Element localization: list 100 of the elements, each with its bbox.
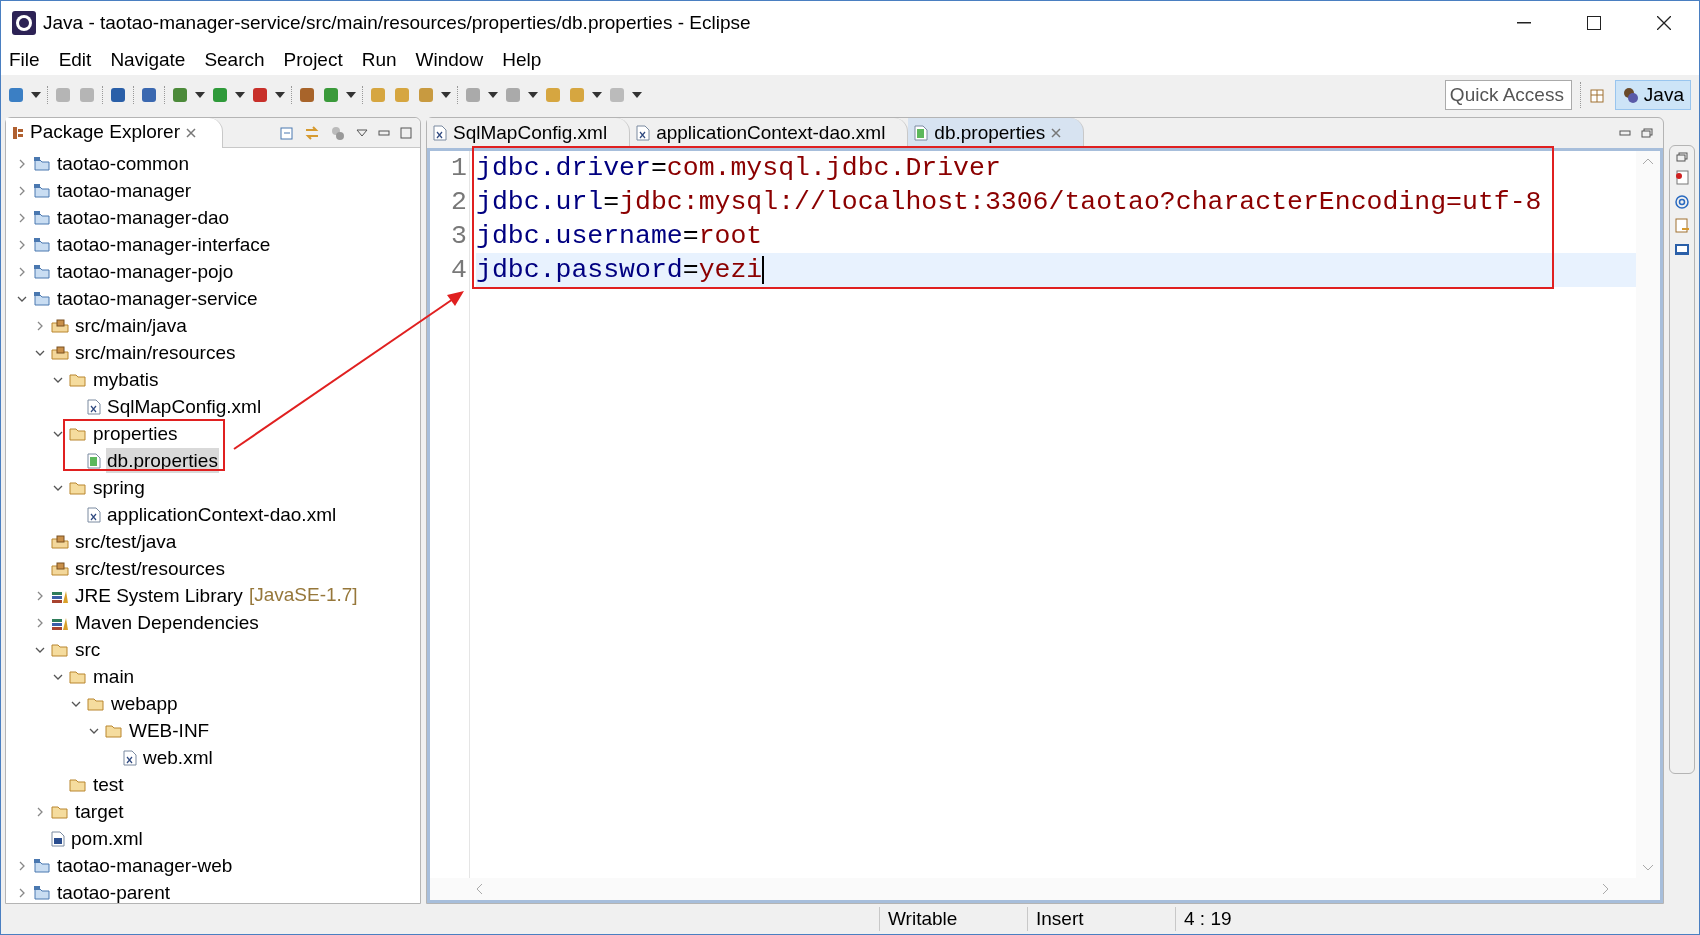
- scroll-down-icon[interactable]: [1642, 864, 1654, 872]
- tree-item[interactable]: src/main/java: [74, 313, 188, 338]
- project-folder-icon: [33, 263, 51, 280]
- package-folder-icon: [51, 560, 69, 577]
- vertical-scrollbar[interactable]: [1636, 151, 1660, 878]
- tree-item[interactable]: WEB-INF: [128, 718, 211, 743]
- dropdown-caret-icon[interactable]: [632, 92, 642, 98]
- tree-item[interactable]: Maven Dependencies: [74, 610, 260, 635]
- tree-item[interactable]: src: [74, 637, 102, 662]
- menu-item[interactable]: Project: [283, 45, 343, 75]
- status-field: Writable: [879, 907, 1027, 931]
- restore-icon[interactable]: [1641, 128, 1653, 138]
- dropdown-caret-icon[interactable]: [31, 92, 41, 98]
- problems-icon[interactable]: [1674, 170, 1690, 186]
- tree-item[interactable]: taotao-common: [56, 151, 190, 176]
- tree-item[interactable]: taotao-manager: [56, 178, 193, 203]
- view-tab[interactable]: Package Explorer: [6, 117, 223, 148]
- tree-item[interactable]: web.xml: [142, 745, 214, 770]
- editor-tab[interactable]: db.properties: [908, 118, 1085, 148]
- chevron-right-icon[interactable]: [17, 860, 27, 871]
- menu-item[interactable]: File: [9, 45, 40, 75]
- menu-item[interactable]: Window: [415, 45, 484, 75]
- close-icon[interactable]: [1051, 128, 1062, 138]
- maximize-icon[interactable]: [400, 126, 412, 139]
- tree-item[interactable]: taotao-manager-interface: [56, 232, 272, 257]
- scroll-left-icon[interactable]: [475, 883, 483, 895]
- project-folder-icon: [33, 884, 51, 901]
- scroll-up-icon[interactable]: [1642, 157, 1654, 165]
- chevron-right-icon[interactable]: [17, 266, 27, 277]
- tree-item[interactable]: main: [92, 664, 136, 689]
- code-line: jdbc.password=yezi: [476, 254, 763, 287]
- menu-item[interactable]: Run: [361, 45, 397, 75]
- tree-item[interactable]: taotao-parent: [56, 880, 172, 903]
- chevron-right-icon[interactable]: [35, 617, 45, 628]
- tree-item[interactable]: properties: [92, 421, 179, 446]
- chevron-right-icon[interactable]: [17, 239, 27, 250]
- dropdown-caret-icon[interactable]: [195, 92, 205, 98]
- close-icon[interactable]: [185, 127, 196, 138]
- tree-item[interactable]: src/test/java: [74, 529, 178, 554]
- dropdown-caret-icon[interactable]: [441, 92, 451, 98]
- eclipse-logo-icon: [11, 10, 37, 36]
- minimize-icon[interactable]: [378, 129, 390, 136]
- dropdown-caret-icon[interactable]: [275, 92, 285, 98]
- tree-item[interactable]: src/main/resources: [74, 340, 237, 365]
- tree-item[interactable]: test: [92, 772, 125, 797]
- chevron-right-icon[interactable]: [35, 320, 45, 331]
- chevron-right-icon[interactable]: [35, 806, 45, 817]
- status-field: Insert: [1027, 907, 1175, 931]
- menu-item[interactable]: Edit: [58, 45, 92, 75]
- tree-item[interactable]: taotao-manager-web: [56, 853, 234, 878]
- collapse-all-icon[interactable]: [278, 124, 294, 141]
- perspective-button[interactable]: Java: [1614, 80, 1691, 110]
- tree-item[interactable]: webapp: [110, 691, 179, 716]
- link-editor-icon[interactable]: [304, 124, 320, 141]
- dropdown-caret-icon[interactable]: [592, 92, 602, 98]
- code-line: jdbc.driver=com.mysql.jdbc.Driver: [476, 152, 1001, 185]
- chevron-right-icon[interactable]: [17, 158, 27, 169]
- window-title: Java - taotao-manager-service/src/main/resources/properties/db.properties - Eclipse: [43, 10, 751, 35]
- xml-file-icon: [87, 398, 101, 415]
- horizontal-scrollbar[interactable]: [430, 878, 1660, 900]
- chevron-right-icon[interactable]: [35, 590, 45, 601]
- menu-item[interactable]: Navigate: [110, 45, 186, 75]
- menu-item[interactable]: Search: [204, 45, 265, 75]
- tree-item[interactable]: src/test/resources: [74, 556, 226, 581]
- minimize-icon: [1517, 22, 1531, 24]
- tree-item[interactable]: applicationContext-dao.xml: [106, 502, 338, 527]
- view-title: Package Explorer: [30, 120, 180, 145]
- properties-file-icon: [87, 452, 101, 469]
- tree-item[interactable]: taotao-manager-service: [56, 286, 259, 311]
- tree-item[interactable]: SqlMapConfig.xml: [106, 394, 263, 419]
- dropdown-caret-icon[interactable]: [528, 92, 538, 98]
- dropdown-caret-icon[interactable]: [346, 92, 356, 98]
- dropdown-caret-icon[interactable]: [235, 92, 245, 98]
- close-icon: [1657, 16, 1671, 30]
- console-icon[interactable]: [1674, 242, 1690, 258]
- tree-item[interactable]: spring: [92, 475, 146, 500]
- tree-item[interactable]: taotao-manager-dao: [56, 205, 231, 230]
- java-perspective-icon: [1621, 86, 1640, 104]
- tree-item[interactable]: db.properties: [106, 448, 219, 473]
- view-menu-icon[interactable]: [356, 128, 368, 137]
- package-explorer-icon: [12, 125, 24, 140]
- tree-item[interactable]: taotao-manager-pojo: [56, 259, 235, 284]
- quick-access-field[interactable]: Quick Access: [1444, 80, 1572, 110]
- chevron-right-icon[interactable]: [17, 212, 27, 223]
- dropdown-caret-icon[interactable]: [488, 92, 498, 98]
- chevron-right-icon[interactable]: [17, 185, 27, 196]
- open-perspective-icon[interactable]: [1588, 86, 1607, 104]
- scroll-right-icon[interactable]: [1602, 883, 1610, 895]
- editor-tab[interactable]: SqlMapConfig.xml: [427, 118, 631, 148]
- menu-item[interactable]: Help: [502, 45, 542, 75]
- project-folder-icon: [33, 209, 51, 226]
- tree-item[interactable]: mybatis: [92, 367, 160, 392]
- minimize-icon[interactable]: [1619, 130, 1631, 136]
- tree-item[interactable]: pom.xml: [70, 826, 144, 851]
- tree-item[interactable]: target: [74, 799, 125, 824]
- restore-icon[interactable]: [1676, 152, 1688, 162]
- tree-item-decoration: [JavaSE-1.7]: [248, 583, 358, 608]
- tree-item[interactable]: JRE System Library: [74, 583, 244, 608]
- chevron-right-icon[interactable]: [17, 887, 27, 898]
- package-folder-icon: [51, 533, 69, 550]
